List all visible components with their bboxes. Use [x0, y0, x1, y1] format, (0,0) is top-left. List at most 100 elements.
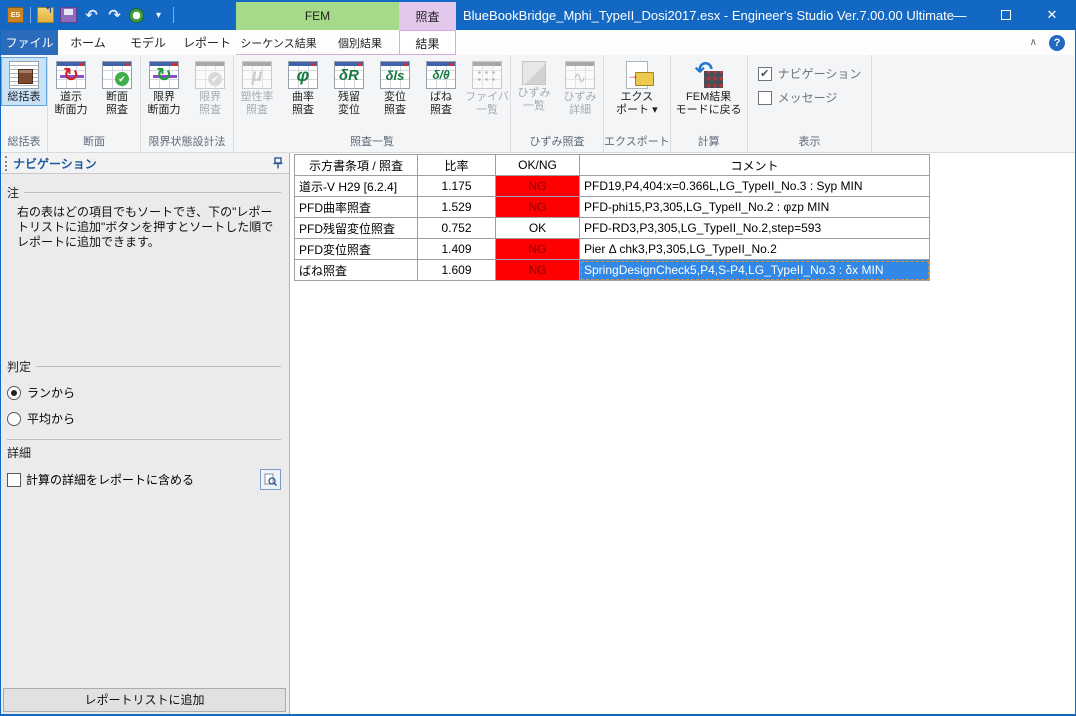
cell-name[interactable]: PFD残留変位照査: [294, 217, 418, 239]
cell-comment[interactable]: PFD19,P4,404:x=0.366L,LG_TypeII_No.3 : S…: [579, 175, 930, 197]
ribbon-button-label: 残留 変位: [338, 91, 360, 116]
app-window: FEM 照査 BlueBookBridge_Mphi_TypeII_Dosi20…: [0, 0, 1076, 716]
cell-comment[interactable]: PFD-phi15,P3,305,LG_TypeII_No.2 : φzp MI…: [579, 196, 930, 218]
open-file-icon[interactable]: [37, 5, 54, 23]
ribbon-button-限界断面力[interactable]: ↻ 限界 断面力: [141, 57, 187, 119]
ribbon-button-エクスポート ▾[interactable]: エクス ポート ▾: [614, 57, 660, 119]
tab-シーケンス結果[interactable]: シーケンス結果: [236, 30, 321, 55]
checkbox-label: ナビゲーション: [777, 67, 862, 81]
undo-icon[interactable]: [83, 7, 100, 23]
ribbon-group-限界状態設計法: ↻限界 断面力限界 照査限界状態設計法: [141, 55, 234, 152]
cell-ratio[interactable]: 1.529: [417, 196, 496, 218]
column-header[interactable]: 示方書条項 / 照査: [294, 154, 418, 176]
table-row: PFD変位照査 1.409 NG Pier Δ chk3,P3,305,LG_Type…: [294, 238, 930, 260]
window-title: BlueBookBridge_Mphi_TypeII_Dosi2017.esx …: [463, 7, 954, 23]
cell-comment[interactable]: PFD-RD3,P3,305,LG_TypeII_No.2,step=593: [579, 217, 930, 239]
column-header[interactable]: コメント: [579, 154, 930, 176]
cell-ratio[interactable]: 1.175: [417, 175, 496, 197]
cell-name[interactable]: 道示-V H29 [6.2.4]: [294, 175, 418, 197]
title-bar: FEM 照査 BlueBookBridge_Mphi_TypeII_Dosi20…: [1, 0, 1075, 30]
cell-name[interactable]: PFD曲率照査: [294, 196, 418, 218]
column-header[interactable]: OK/NG: [495, 154, 580, 176]
radio-icon: [7, 411, 21, 426]
cycle-green-icon: ↻: [149, 61, 179, 89]
tab-モデル[interactable]: モデル: [118, 30, 178, 55]
qat-dropdown-icon[interactable]: [150, 7, 167, 23]
ribbon-button-label: ファイバ 一覧: [465, 91, 509, 116]
ribbon-group-label: エクスポート: [604, 136, 670, 148]
ribbon-button-断面照査[interactable]: 断面 照査: [94, 57, 140, 119]
tab-ファイル[interactable]: ファイル: [1, 30, 58, 55]
ribbon-button-残留変位[interactable]: δR 残留 変位: [326, 57, 372, 119]
ribbon-button-道示断面力[interactable]: ↻ 道示 断面力: [48, 57, 94, 119]
ribbon-button-ばね照査[interactable]: δ/θ ばね 照査: [418, 57, 464, 119]
cell-okng[interactable]: NG: [495, 238, 580, 260]
hantei-options: ランから 平均から: [7, 384, 281, 427]
checkbox-icon: [757, 90, 772, 105]
cell-ratio[interactable]: 1.609: [417, 259, 496, 281]
cell-ratio[interactable]: 0.752: [417, 217, 496, 239]
context-tab-fem[interactable]: FEM: [236, 2, 399, 30]
ribbon-checkbox-メッセージ[interactable]: メッセージ: [757, 89, 862, 106]
ribbon-group-計算: FEM結果 モードに戻る計算: [671, 55, 748, 152]
redo-icon[interactable]: [106, 7, 123, 23]
mu-icon: μ: [242, 61, 272, 89]
ribbon-button-変位照査[interactable]: δls 変位 照査: [372, 57, 418, 119]
ribbon-group-label: 表示: [798, 136, 821, 148]
table-row: ばね照査 1.609 NG SpringDesignCheck5,P4,S-P4,LG…: [294, 259, 930, 281]
close-button[interactable]: ✕: [1029, 0, 1075, 30]
app-logo-icon: [7, 7, 24, 23]
preview-button[interactable]: [260, 469, 281, 490]
tab-結果[interactable]: 結果: [399, 30, 456, 55]
ribbon-button-総括表[interactable]: 総括表: [1, 57, 47, 106]
cell-comment[interactable]: Pier Δ chk3,P3,305,LG_TypeII_No.2: [579, 238, 930, 260]
cycle-red-icon: ↻: [56, 61, 86, 89]
cell-name[interactable]: PFD変位照査: [294, 238, 418, 260]
results-table-header-row: 示方書条項 / 照査 比率 OK/NG コメント: [294, 154, 930, 176]
table-row: PFD曲率照査 1.529 NG PFD-phi15,P3,305,LG_TypeII…: [294, 196, 930, 218]
ribbon-button-ひずみ一覧: ひずみ 一覧: [511, 57, 557, 115]
ribbon-button-塑性率照査: μ 塑性率 照査: [234, 57, 280, 119]
column-header[interactable]: 比率: [417, 154, 496, 176]
maximize-button[interactable]: [983, 0, 1029, 30]
radio-option-ランから[interactable]: ランから: [7, 384, 281, 401]
cell-okng[interactable]: NG: [495, 175, 580, 197]
phi-icon: φ: [288, 61, 318, 89]
include-detail-checkbox[interactable]: [7, 472, 21, 487]
fem-return-icon: [694, 57, 724, 89]
cell-okng[interactable]: NG: [495, 259, 580, 281]
cell-okng[interactable]: OK: [495, 217, 580, 239]
cell-ratio[interactable]: 1.409: [417, 238, 496, 260]
context-tab-kensa[interactable]: 照査: [399, 2, 456, 30]
help-icon[interactable]: ?: [1049, 34, 1065, 51]
delta-r-icon: δR: [334, 61, 364, 89]
cell-comment[interactable]: SpringDesignCheck5,P4,S-P4,LG_TypeII_No.…: [579, 259, 930, 281]
include-detail-label: 計算の詳細をレポートに含める: [26, 473, 195, 487]
ribbon-checkbox-ナビゲーション[interactable]: ✔ ナビゲーション: [757, 65, 862, 82]
ribbon: 総括表総括表↻道示 断面力断面 照査断面↻限界 断面力限界 照査限界状態設計法μ…: [1, 55, 1075, 153]
ribbon-group-エクスポート: エクス ポート ▾ エクスポート: [604, 55, 671, 152]
performance-icon[interactable]: [129, 7, 144, 23]
save-icon[interactable]: [60, 7, 77, 23]
tab-レポート[interactable]: レポート: [178, 30, 236, 55]
fiber-list-icon: [472, 61, 502, 89]
minimize-button[interactable]: —: [937, 0, 983, 30]
grip-handle[interactable]: [5, 155, 9, 171]
strain-detail-icon: [565, 61, 595, 89]
pin-icon[interactable]: [271, 156, 285, 170]
ribbon-tabstrip: ファイル ホーム モデル レポート シーケンス結果 個別結果 結果 ∧ ?: [1, 30, 1075, 55]
tab-個別結果[interactable]: 個別結果: [321, 30, 399, 55]
ribbon-button-FEM結果モードに戻る[interactable]: FEM結果 モードに戻る: [671, 57, 747, 119]
export-icon: [625, 61, 654, 89]
radio-option-平均から[interactable]: 平均から: [7, 410, 281, 427]
ribbon-button-label: ばね 照査: [430, 91, 452, 116]
ribbon-group-label: ひずみ照査: [529, 136, 585, 148]
ribbon-button-label: 曲率 照査: [292, 91, 314, 116]
add-to-report-list-button[interactable]: レポートリストに追加: [3, 688, 286, 712]
cell-name[interactable]: ばね照査: [294, 259, 418, 281]
collapse-ribbon-icon[interactable]: ∧: [1030, 37, 1037, 48]
tab-ホーム[interactable]: ホーム: [58, 30, 118, 55]
ribbon-button-曲率照査[interactable]: φ 曲率 照査: [280, 57, 326, 119]
results-area: 示方書条項 / 照査 比率 OK/NG コメント 道示-V H29 [6.2.4] 1.…: [291, 153, 1075, 714]
cell-okng[interactable]: NG: [495, 196, 580, 218]
